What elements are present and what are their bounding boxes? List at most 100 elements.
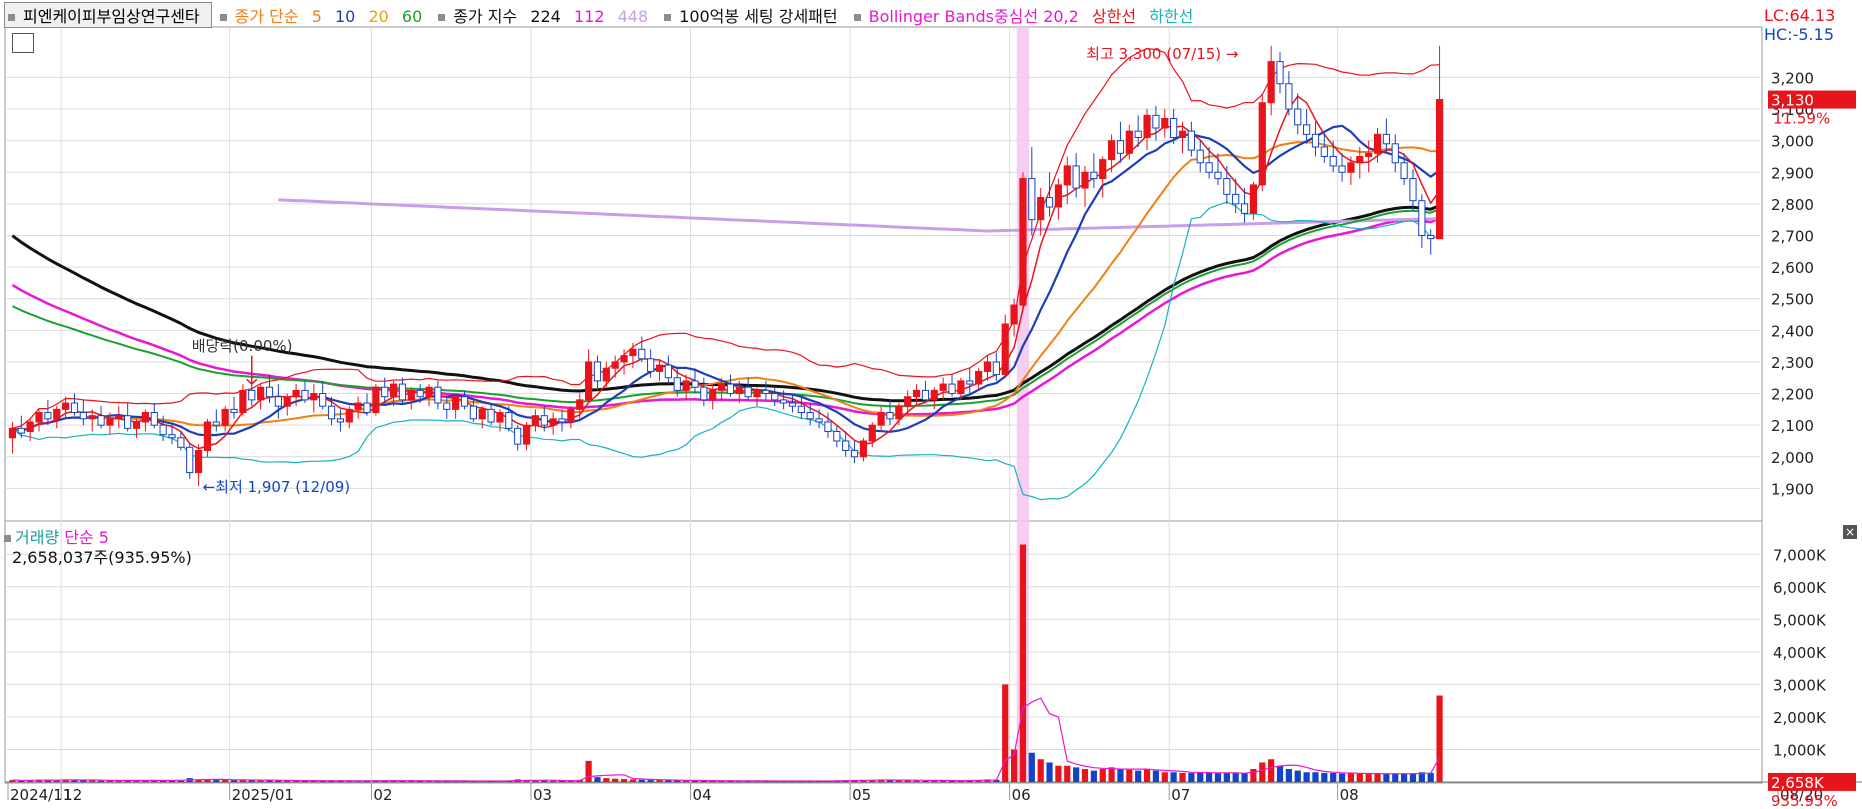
legend-close-simple[interactable]: 종가 단순 5 10 20 60: [219, 3, 431, 27]
volume-bar: [1028, 752, 1035, 782]
candle-body: [629, 348, 637, 357]
candle-body: [549, 418, 557, 426]
candle-body: [558, 418, 566, 423]
last-volume-change-label: 935.95%: [1771, 792, 1838, 809]
volume-bar: [1002, 684, 1009, 782]
candle-body: [1205, 162, 1213, 173]
stock-name-box[interactable]: 피엔케이피부임상연구센타: [4, 2, 212, 28]
volume-bar: [1064, 765, 1071, 782]
candle-body: [762, 389, 770, 395]
volume-bar: [1037, 759, 1044, 782]
close-simple-label: 종가 단순: [234, 7, 299, 26]
grid-toggle-icon[interactable]: [12, 33, 34, 53]
candle-body: [868, 424, 876, 442]
candle-body: [35, 412, 43, 423]
ema112-label: 112: [573, 7, 605, 26]
ma10-label: 10: [334, 7, 356, 26]
candle-body: [505, 412, 513, 429]
price-tick-label: 2,400: [1771, 322, 1814, 340]
legend-close-index[interactable]: 종가 지수 224 112 448: [438, 3, 656, 27]
candle-body: [301, 389, 309, 401]
candle-body: [709, 389, 717, 401]
volume-bar: [1117, 768, 1124, 782]
x-tick-label: 02: [373, 786, 392, 804]
candle-body: [842, 440, 850, 451]
volume-bar: [89, 780, 96, 782]
candle-body: [655, 364, 664, 372]
volume-bar: [1232, 773, 1239, 782]
candle-body: [522, 424, 531, 445]
candle-body: [877, 412, 885, 426]
candle-body: [443, 402, 451, 410]
candle-body: [1435, 99, 1444, 240]
candle-body: [1418, 200, 1426, 236]
candle-body: [221, 408, 229, 426]
volume-tick-label: 2,000K: [1773, 709, 1827, 727]
volume-bar: [1223, 772, 1230, 782]
price-tick-label: 1,900: [1771, 480, 1814, 498]
candle-body: [1240, 203, 1249, 214]
close-icon[interactable]: ×: [1843, 525, 1857, 539]
candle-body: [398, 383, 407, 401]
volume-bar: [1214, 773, 1222, 782]
toggle-square-icon: [219, 14, 227, 21]
menu-square-icon: [8, 14, 15, 21]
candle-body: [1373, 133, 1382, 154]
candle-body: [673, 377, 681, 391]
volume-bar: [1303, 772, 1310, 782]
price-tick-label: 2,000: [1771, 449, 1814, 467]
candle-body: [576, 399, 584, 410]
volume-bar: [1099, 768, 1106, 782]
volume-bar: [1081, 768, 1089, 782]
lower-band-label: 하한선: [1149, 7, 1194, 26]
volume-bar: [1383, 773, 1390, 782]
stock-name: 피엔케이피부임상연구센타: [23, 7, 200, 26]
dividend-annotation: 배당락(0.00%): [192, 337, 293, 355]
volume-bar: [1090, 770, 1097, 782]
last-change-label: 11.59%: [1773, 110, 1830, 128]
candle-body: [310, 393, 318, 401]
candle-body: [1187, 130, 1195, 151]
candle-body: [1409, 178, 1417, 202]
x-tick-label: 04: [693, 786, 712, 804]
volume-bar: [1330, 772, 1337, 782]
volume-bar: [1179, 772, 1186, 782]
volume-bar: [1356, 773, 1363, 782]
volume-bar: [585, 760, 592, 782]
candle-body: [1081, 171, 1089, 189]
candle-body: [283, 396, 291, 407]
volume-bar: [1276, 765, 1284, 782]
candle-body: [1143, 114, 1151, 138]
volume-bar: [1312, 772, 1319, 782]
candle-body: [540, 415, 548, 426]
candle-body: [1303, 124, 1311, 135]
candle-body: [1161, 118, 1169, 129]
volume-bar: [1135, 770, 1142, 782]
candle-body: [168, 434, 176, 439]
candle-body: [141, 412, 149, 423]
candle-body: [1107, 140, 1116, 161]
candle-body: [17, 427, 25, 434]
candle-body: [327, 405, 336, 420]
candle-body: [1099, 159, 1107, 180]
candle-body: [186, 446, 194, 474]
legend-bollinger[interactable]: Bollinger Bands중심선 20,2 상한선 하한선: [853, 3, 1202, 27]
candle-body: [602, 367, 610, 382]
price-tick-label: 2,300: [1771, 354, 1814, 372]
candle-body: [407, 389, 415, 401]
candle-body: [478, 408, 486, 420]
candle-body: [1276, 61, 1284, 85]
candle-body: [460, 396, 469, 407]
toggle-square-icon[interactable]: [4, 535, 11, 542]
candle-body: [381, 386, 389, 398]
volume-bar: [1365, 773, 1372, 782]
candle-body: [88, 415, 96, 420]
candle-body: [1267, 61, 1275, 104]
candle-body: [372, 386, 380, 414]
candle-body: [611, 361, 619, 369]
candle-body: [957, 380, 965, 395]
candle-body: [115, 415, 123, 420]
legend-setting[interactable]: 100억봉 세팅 강세패턴: [664, 3, 845, 27]
volume-bar: [550, 780, 557, 782]
candle-body: [717, 383, 726, 391]
